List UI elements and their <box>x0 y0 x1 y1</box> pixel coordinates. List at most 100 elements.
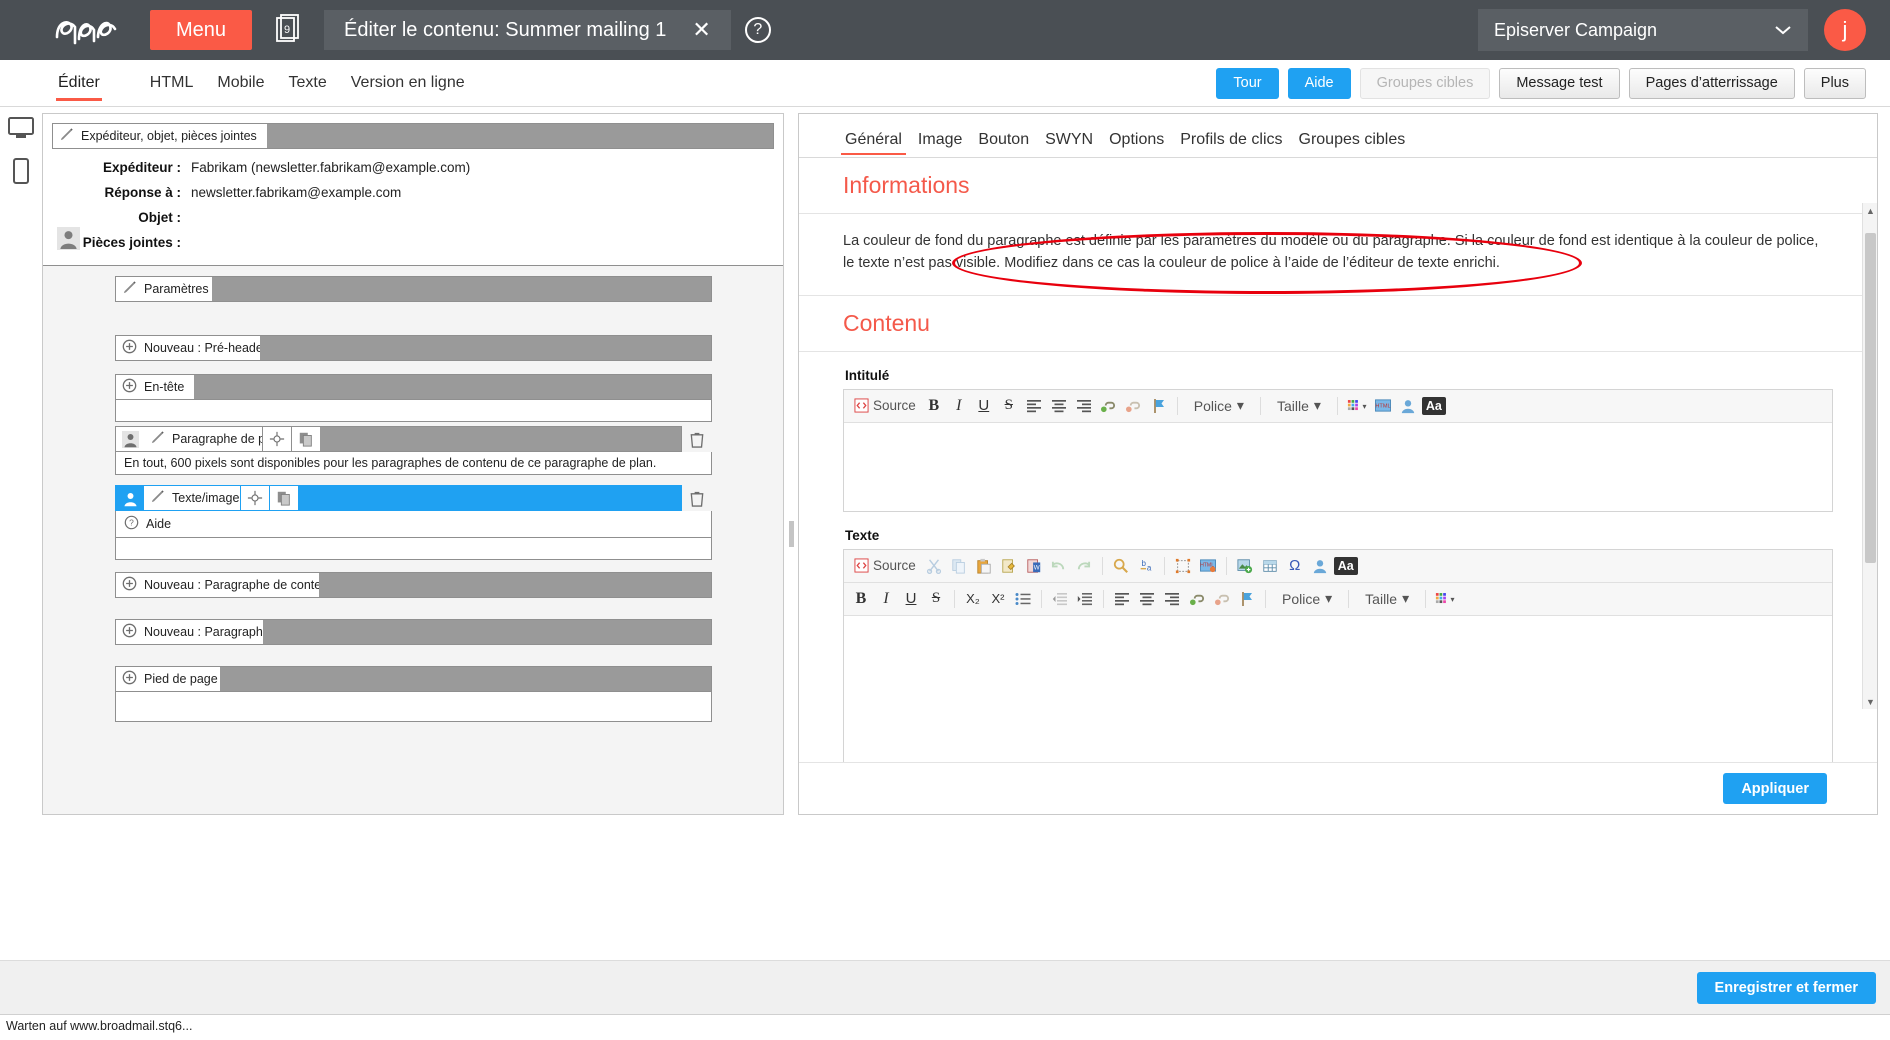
delete-icon[interactable] <box>682 485 712 511</box>
scroll-up-icon[interactable]: ▲ <box>1863 203 1877 218</box>
mobile-icon[interactable] <box>13 158 29 189</box>
indent-icon[interactable] <box>1074 588 1096 610</box>
help-circle-icon[interactable]: ? <box>124 515 139 533</box>
taille-dropdown[interactable]: Taille ▾ <box>1268 396 1330 415</box>
align-left-icon[interactable] <box>1111 588 1133 610</box>
block-new-paragraphe-bar[interactable]: Nouveau : Paragraphe <box>115 619 712 645</box>
avatar[interactable]: j <box>1824 9 1866 51</box>
block-paragraphe-de-plan-fill[interactable] <box>320 427 681 451</box>
underline-button[interactable]: U <box>900 588 922 610</box>
tour-button[interactable]: Tour <box>1216 67 1279 99</box>
block-entete-chip[interactable]: En-tête <box>116 375 194 399</box>
italic-button[interactable]: I <box>948 395 970 417</box>
scrollbar-thumb[interactable] <box>1865 233 1876 563</box>
enregistrer-et-fermer-button[interactable]: Enregistrer et fermer <box>1696 971 1876 1004</box>
plus-button[interactable]: Plus <box>1803 67 1866 99</box>
block-pied-de-page-chip[interactable]: Pied de page <box>116 667 220 691</box>
block-parametres-fill[interactable] <box>212 277 711 301</box>
taille-dropdown[interactable]: Taille ▾ <box>1356 589 1418 608</box>
insert-table-icon[interactable] <box>1259 555 1281 577</box>
help-icon[interactable]: ? <box>744 17 771 43</box>
block-entete-fill[interactable] <box>194 375 711 399</box>
anchor-flag-icon[interactable] <box>1236 588 1258 610</box>
texte-rich-text-editor[interactable]: Source W ba HTML Ω Aa B I U S X₂ X² Poli… <box>843 548 1833 762</box>
align-right-icon[interactable] <box>1073 395 1095 417</box>
message-test-button[interactable]: Message test <box>1499 67 1620 99</box>
select-all-icon[interactable] <box>1172 555 1194 577</box>
personalization-icon[interactable] <box>1309 555 1331 577</box>
text-case-button[interactable]: Aa <box>1421 396 1446 415</box>
ptab-swyn[interactable]: SWYN <box>1037 131 1101 157</box>
block-pied-de-page-fill[interactable] <box>220 667 711 691</box>
scroll-down-icon[interactable]: ▼ <box>1863 694 1877 709</box>
ptab-options[interactable]: Options <box>1101 131 1172 157</box>
insert-image-icon[interactable] <box>1234 555 1256 577</box>
aide-button[interactable]: Aide <box>1287 67 1351 99</box>
pages-atterrissage-button[interactable]: Pages d’atterrissage <box>1628 67 1795 99</box>
insert-link-icon[interactable] <box>1098 395 1120 417</box>
align-center-icon[interactable] <box>1048 395 1070 417</box>
bulleted-list-icon[interactable] <box>1012 588 1034 610</box>
splitter-grip[interactable] <box>788 520 794 547</box>
move-target-icon[interactable] <box>263 427 291 451</box>
appliquer-button[interactable]: Appliquer <box>1723 773 1827 804</box>
menu-button[interactable]: Menu <box>150 10 253 50</box>
block-paragraphe-de-plan-chip[interactable]: Paragraphe de plan <box>144 427 282 451</box>
block-new-paragraphe-contenu-bar[interactable]: Nouveau : Paragraphe de contenu <box>115 572 712 598</box>
block-pied-de-page-bar[interactable]: Pied de page <box>115 666 712 692</box>
move-target-icon[interactable] <box>241 486 269 510</box>
ptab-groupes-cibles[interactable]: Groupes cibles <box>1291 131 1414 157</box>
person-icon[interactable] <box>116 427 144 451</box>
find-icon[interactable] <box>1110 555 1132 577</box>
block-new-paragraphe-contenu-fill[interactable] <box>319 573 711 597</box>
remove-link-icon[interactable] <box>1211 588 1233 610</box>
block-new-preheader-chip[interactable]: Nouveau : Pré-header <box>116 336 267 360</box>
meta-header-fill[interactable] <box>266 124 773 148</box>
special-char-icon[interactable]: Ω <box>1284 555 1306 577</box>
html-snippet-icon[interactable]: HTML <box>1372 395 1394 417</box>
copy-icon[interactable] <box>292 427 320 451</box>
source-button[interactable]: Source <box>850 398 920 413</box>
intitule-rich-text-editor[interactable]: Source B I U S Police ▾ Taille ▾ ▾ HTML … <box>843 388 1833 512</box>
tab-texte[interactable]: Texte <box>277 60 339 107</box>
bold-button[interactable]: B <box>923 395 945 417</box>
personalization-icon[interactable] <box>1397 395 1419 417</box>
intitule-input[interactable] <box>844 422 1832 511</box>
properties-scrollbar[interactable]: ▲ ▼ <box>1862 203 1877 709</box>
replace-icon[interactable]: ba <box>1135 555 1157 577</box>
block-new-paragraphe-chip[interactable]: Nouveau : Paragraphe <box>116 620 270 644</box>
episerver-logo-icon[interactable] <box>50 10 128 50</box>
document-count-icon[interactable]: 9 <box>274 10 308 50</box>
paste-word-icon[interactable]: W <box>1023 555 1045 577</box>
meta-header-bar[interactable]: Expéditeur, objet, pièces jointes <box>52 123 774 149</box>
police-dropdown[interactable]: Police ▾ <box>1273 589 1341 608</box>
cut-icon[interactable] <box>923 555 945 577</box>
superscript-button[interactable]: X² <box>987 588 1009 610</box>
remove-link-icon[interactable] <box>1123 395 1145 417</box>
block-new-paragraphe-fill[interactable] <box>263 620 711 644</box>
redo-icon[interactable] <box>1073 555 1095 577</box>
block-parametres-chip[interactable]: Paramètres <box>116 277 212 301</box>
meta-header-label-chip[interactable]: Expéditeur, objet, pièces jointes <box>53 124 267 148</box>
strikethrough-button[interactable]: S <box>998 395 1020 417</box>
block-new-preheader-fill[interactable] <box>260 336 711 360</box>
close-icon[interactable]: ✕ <box>692 19 710 41</box>
text-case-button[interactable]: Aa <box>1333 556 1358 575</box>
block-new-paragraphe-contenu-chip[interactable]: Nouveau : Paragraphe de contenu <box>116 573 335 597</box>
block-paragraphe-de-plan-bar[interactable]: Paragraphe de plan <box>115 426 682 452</box>
html-snippet-icon[interactable]: HTML <box>1197 555 1219 577</box>
underline-button[interactable]: U <box>973 395 995 417</box>
align-left-icon[interactable] <box>1023 395 1045 417</box>
align-right-icon[interactable] <box>1161 588 1183 610</box>
align-center-icon[interactable] <box>1136 588 1158 610</box>
texte-input[interactable] <box>844 615 1832 762</box>
block-entete-bar[interactable]: En-tête <box>115 374 712 400</box>
paste-text-icon[interactable] <box>998 555 1020 577</box>
text-color-icon[interactable]: ▾ <box>1345 395 1369 417</box>
ptab-general[interactable]: Général <box>837 131 910 157</box>
bold-button[interactable]: B <box>850 588 872 610</box>
block-texte-image-chip[interactable]: Texte/image <box>144 486 240 510</box>
insert-link-icon[interactable] <box>1186 588 1208 610</box>
anchor-flag-icon[interactable] <box>1148 395 1170 417</box>
ptab-bouton[interactable]: Bouton <box>970 131 1037 157</box>
